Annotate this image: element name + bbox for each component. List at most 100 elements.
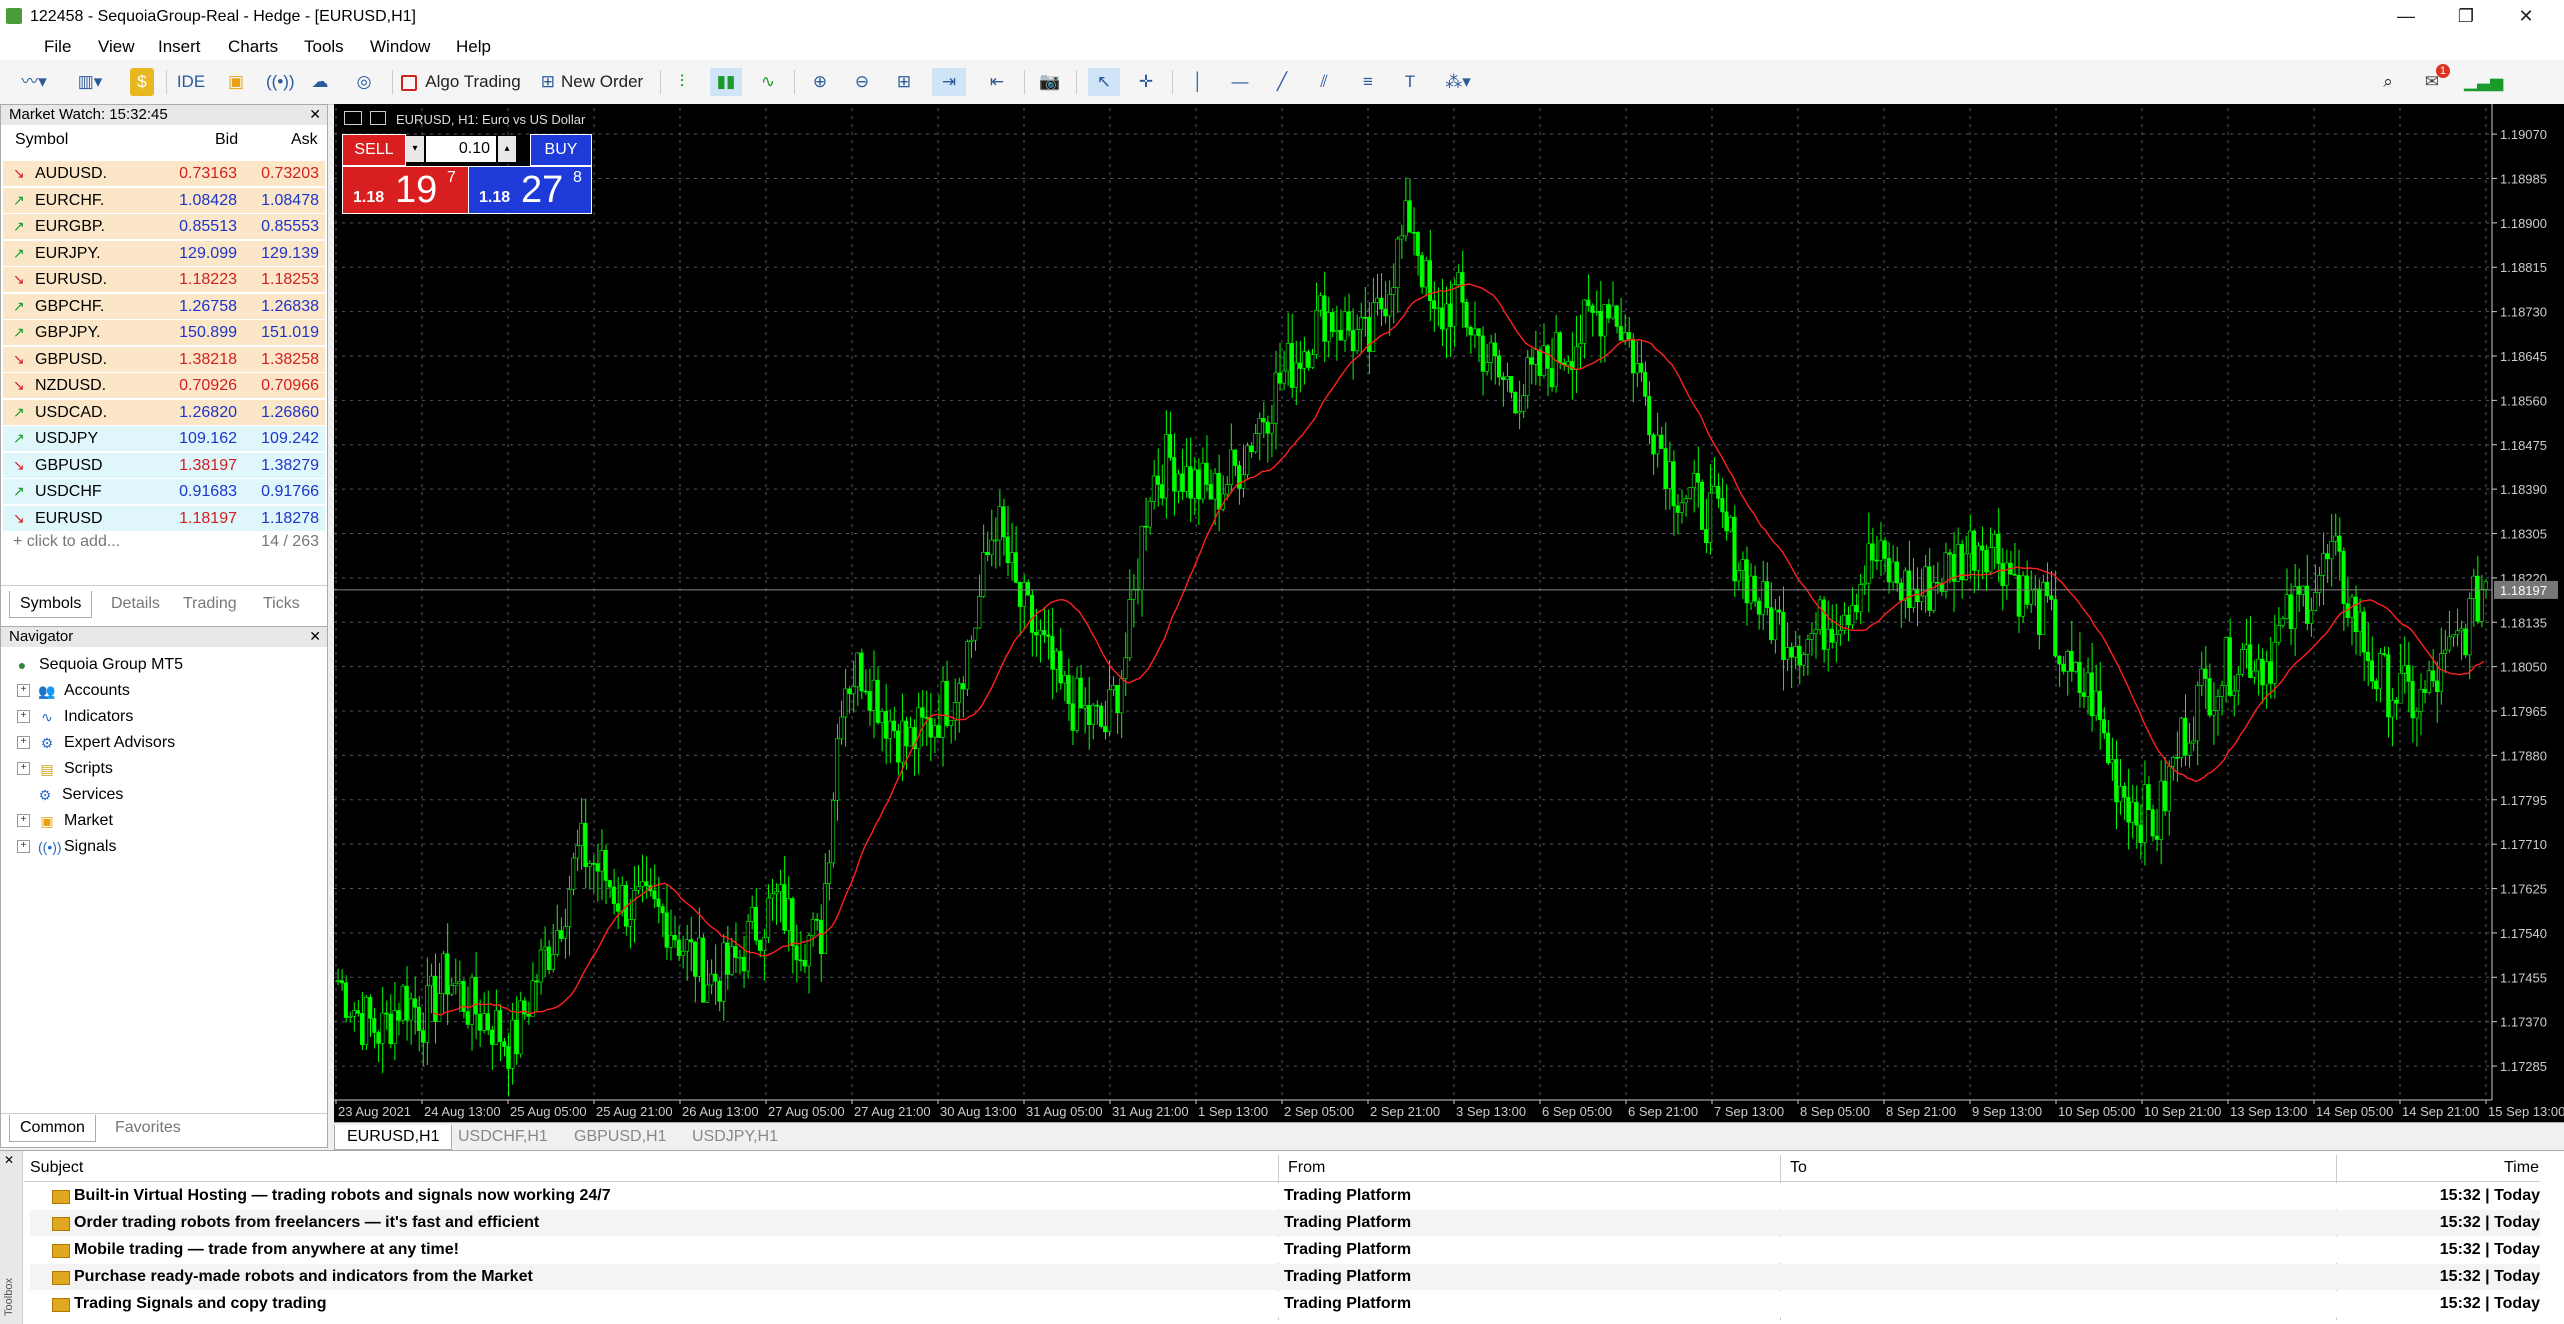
community-icon[interactable]: ◎	[350, 68, 378, 96]
col-to[interactable]: To	[1790, 1159, 1807, 1177]
message-row[interactable]: Trading Signals and copy trading Trading …	[30, 1291, 2540, 1317]
market-bag-icon[interactable]: ▣	[224, 68, 248, 96]
add-symbol-row[interactable]: + click to add...	[13, 533, 120, 551]
algo-trading-button[interactable]: Algo Trading	[400, 68, 522, 96]
ide-button[interactable]: IDE	[176, 68, 206, 96]
market-watch-row[interactable]: ↗ GBPCHF. 1.26758 1.26838	[3, 293, 325, 320]
col-bid[interactable]: Bid	[215, 131, 238, 149]
signal-strength-icon[interactable]: ▁▃▅	[2464, 68, 2503, 96]
expand-icon[interactable]: +	[17, 840, 30, 854]
market-watch-close-icon[interactable]: ✕	[309, 106, 321, 123]
trendline-icon[interactable]: ╱	[1268, 68, 1296, 96]
col-symbol[interactable]: Symbol	[15, 131, 68, 149]
expand-icon[interactable]: +	[17, 762, 30, 776]
vps-cloud-icon[interactable]: ☁	[306, 68, 334, 96]
col-time[interactable]: Time	[2504, 1159, 2539, 1177]
vertical-line-icon[interactable]: │	[1184, 68, 1212, 96]
menu-help[interactable]: Help	[456, 37, 491, 57]
market-watch-row[interactable]: ↘ NZDUSD. 0.70926 0.70966	[3, 373, 325, 399]
new-order-button[interactable]: ⊞ New Order	[536, 68, 648, 96]
market-watch-row[interactable]: ↗ GBPJPY. 150.899 151.019	[3, 320, 325, 346]
nav-item-signals[interactable]: + ((•)) Signals	[17, 835, 116, 859]
zoom-in-icon[interactable]: ⊕	[806, 68, 834, 96]
restore-button[interactable]: ❐	[2436, 0, 2496, 34]
tab-common[interactable]: Common	[9, 1115, 96, 1142]
screenshot-icon[interactable]: 📷	[1036, 68, 1064, 96]
autoscroll-icon[interactable]: ⇥	[932, 68, 966, 96]
chart-tab-usdjpy[interactable]: USDJPY,H1	[680, 1125, 790, 1149]
market-watch-row[interactable]: ↘ AUDUSD. 0.73163 0.73203	[3, 161, 325, 187]
buy-price-box[interactable]: 1.18 27 8	[468, 166, 592, 214]
message-row[interactable]: Mobile trading — trade from anywhere at …	[30, 1237, 2540, 1263]
nav-item-accounts[interactable]: + 👥 Accounts	[17, 679, 130, 703]
navigator-root[interactable]: ● Sequoia Group MT5	[13, 653, 183, 677]
expand-icon[interactable]: +	[17, 684, 30, 698]
expand-icon[interactable]: +	[17, 710, 30, 724]
market-watch-row[interactable]: ↘ GBPUSD. 1.38218 1.38258	[3, 346, 325, 373]
tab-trading[interactable]: Trading	[173, 591, 247, 617]
menu-view[interactable]: View	[98, 37, 135, 57]
channel-icon[interactable]: ⫽	[1310, 68, 1338, 96]
tab-ticks[interactable]: Ticks	[253, 591, 310, 617]
expand-icon[interactable]: +	[17, 736, 30, 750]
tab-favorites[interactable]: Favorites	[105, 1115, 191, 1141]
line-chart-icon[interactable]: ∿	[754, 68, 782, 96]
col-subject[interactable]: Subject	[30, 1159, 83, 1177]
col-from[interactable]: From	[1288, 1159, 1325, 1177]
market-watch-row[interactable]: ↘ EURUSD. 1.18223 1.18253	[3, 267, 325, 293]
volume-down-button[interactable]: ▾	[406, 136, 424, 162]
notifications-icon[interactable]: ✉ 1	[2414, 64, 2450, 96]
nav-item-expert-advisors[interactable]: + ⚙ Expert Advisors	[17, 731, 175, 755]
chart-tab-eurusd[interactable]: EURUSD,H1	[334, 1125, 453, 1150]
navigator-close-icon[interactable]: ✕	[309, 628, 321, 645]
bar-chart-icon[interactable]: ⫶	[668, 68, 696, 96]
message-row[interactable]: Order trading robots from freelancers — …	[30, 1210, 2540, 1236]
col-ask[interactable]: Ask	[291, 131, 318, 149]
chart-shift-icon[interactable]: ⇤	[982, 68, 1012, 96]
message-row[interactable]: Purchase ready-made robots and indicator…	[30, 1264, 2540, 1290]
chart-area[interactable]: 23 Aug 2021 24 Aug 13:00 25 Aug 05:00 25 Au…	[334, 104, 2564, 1122]
market-watch-row[interactable]: ↗ EURGBP. 0.85513 0.85553	[3, 214, 325, 240]
grid-icon[interactable]: ⊞	[890, 68, 918, 96]
menu-tools[interactable]: Tools	[304, 37, 344, 57]
volume-up-button[interactable]: ▴	[498, 136, 516, 162]
chart-tab-gbpusd[interactable]: GBPUSD,H1	[562, 1125, 678, 1149]
market-watch-row[interactable]: ↗ USDCAD. 1.26820 1.26860	[3, 399, 325, 426]
tab-details[interactable]: Details	[101, 591, 170, 617]
buy-button[interactable]: BUY	[530, 134, 592, 166]
candlestick-icon[interactable]: ▮▮	[710, 68, 742, 96]
message-row[interactable]: Built-in Virtual Hosting — trading robot…	[30, 1183, 2540, 1209]
nav-item-indicators[interactable]: + ∿ Indicators	[17, 705, 133, 729]
shapes-icon[interactable]: ⁂▾	[1436, 68, 1480, 96]
tab-symbols[interactable]: Symbols	[9, 591, 93, 618]
volume-input[interactable]: 0.10	[426, 136, 496, 162]
sell-price-box[interactable]: 1.18 19 7	[342, 166, 470, 214]
market-dollar-icon[interactable]: $	[130, 68, 154, 96]
nav-item-services[interactable]: ⚙ Services	[36, 783, 124, 807]
crosshair-icon[interactable]: ✛	[1132, 68, 1160, 96]
toolbox-close-icon[interactable]: ✕	[4, 1153, 14, 1167]
market-watch-row[interactable]: ↗ EURJPY. 129.099 129.139	[3, 240, 325, 267]
signals-icon[interactable]: ((•))	[266, 68, 295, 96]
market-watch-row[interactable]: ↗ USDCHF 0.91683 0.91766	[3, 479, 325, 505]
search-icon[interactable]: ⌕	[2374, 68, 2402, 96]
text-tool-icon[interactable]: T	[1396, 68, 1424, 96]
sell-button[interactable]: SELL	[342, 134, 406, 166]
nav-item-scripts[interactable]: + ▤ Scripts	[17, 757, 113, 781]
nav-item-market[interactable]: + ▣ Market	[17, 809, 113, 833]
new-chart-icon[interactable]: 〰▾	[14, 68, 54, 96]
market-watch-row[interactable]: ↗ EURCHF. 1.08428 1.08478	[3, 187, 325, 214]
chart-canvas[interactable]: 23 Aug 2021 24 Aug 13:00 25 Aug 05:00 25 Au…	[334, 104, 2564, 1122]
chart-tab-usdchf[interactable]: USDCHF,H1	[446, 1125, 560, 1149]
fibonacci-icon[interactable]: ≡	[1354, 68, 1382, 96]
profiles-icon[interactable]: ▥▾	[68, 68, 112, 96]
menu-window[interactable]: Window	[370, 37, 430, 57]
expand-icon[interactable]: +	[17, 814, 30, 828]
zoom-out-icon[interactable]: ⊖	[848, 68, 876, 96]
menu-file[interactable]: File	[44, 37, 71, 57]
market-watch-row[interactable]: ↘ EURUSD 1.18197 1.18278	[3, 505, 325, 532]
minimize-button[interactable]: —	[2376, 0, 2436, 34]
cursor-icon[interactable]: ↖	[1088, 68, 1120, 96]
menu-charts[interactable]: Charts	[228, 37, 278, 57]
close-button[interactable]: ✕	[2496, 0, 2556, 34]
